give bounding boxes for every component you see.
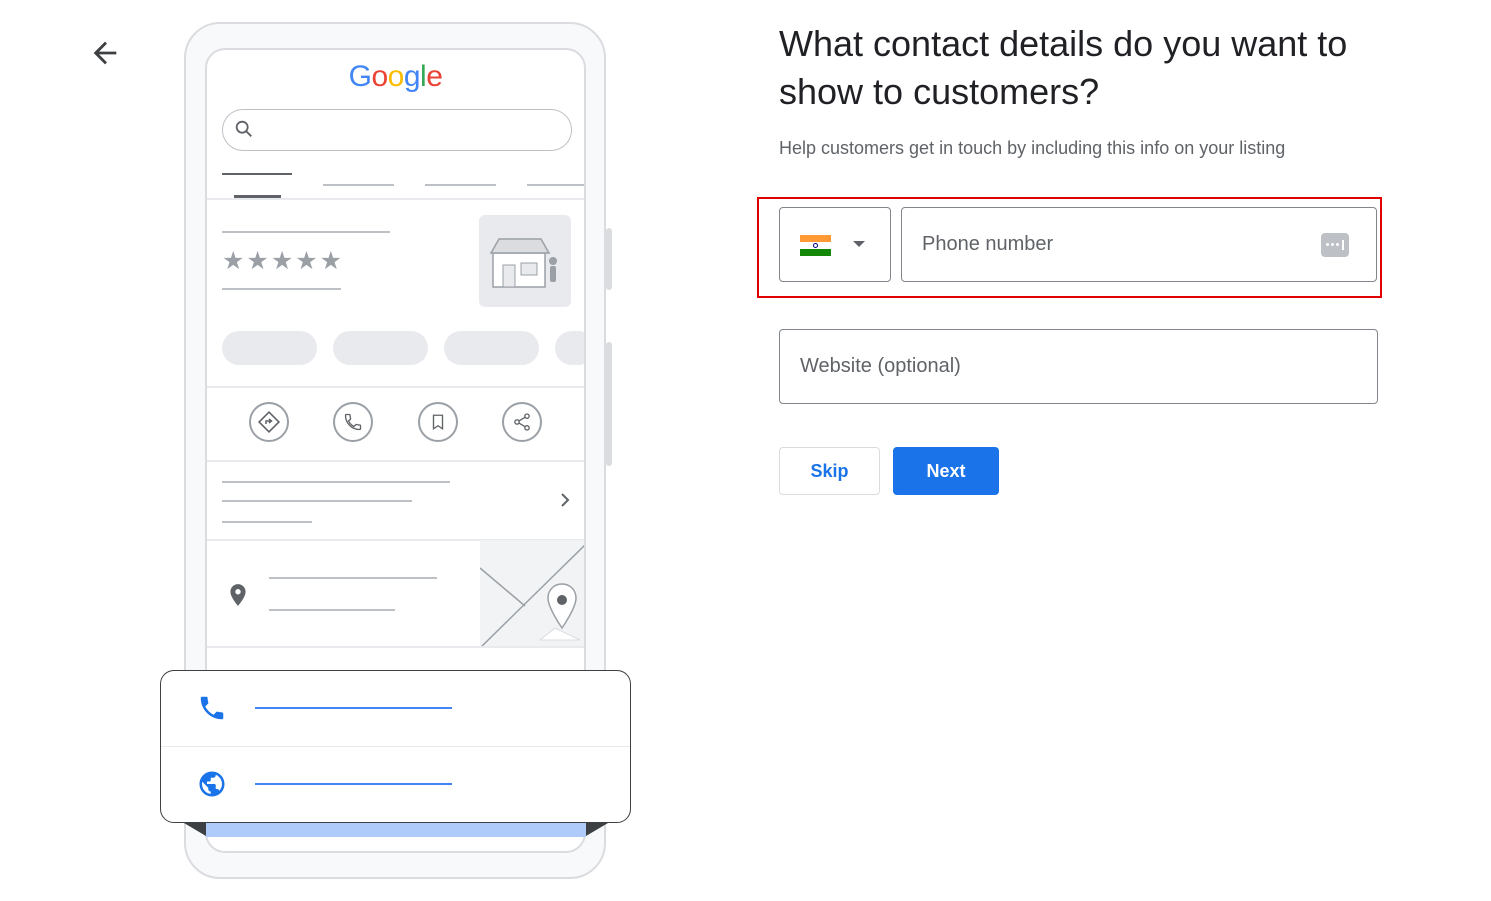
next-button[interactable]: Next [893, 447, 999, 495]
illustration-chip [444, 331, 539, 365]
back-arrow-icon[interactable] [88, 36, 122, 70]
phone-number-placeholder: Phone number [922, 233, 1054, 255]
card-shadow [184, 823, 206, 836]
phone-number-field[interactable]: Phone number [901, 207, 1377, 282]
illustration-blue-strip [206, 823, 586, 837]
illustration-address-line [269, 577, 437, 579]
illustration-chip [333, 331, 428, 365]
website-field[interactable]: Website (optional) [779, 329, 1378, 404]
dropdown-arrow-icon [853, 241, 865, 247]
illustration-title-line [222, 231, 390, 233]
illustration-tab-line [527, 184, 584, 186]
website-placeholder: Website (optional) [800, 355, 961, 377]
bookmark-icon [418, 402, 458, 442]
illustration-tab-line [323, 184, 394, 186]
password-manager-icon[interactable] [1321, 233, 1349, 257]
google-logo: Google [348, 60, 443, 93]
search-icon [235, 120, 252, 137]
map-thumbnail [479, 540, 584, 649]
illustration-chip [222, 331, 317, 365]
illustration-divider [207, 646, 584, 648]
india-flag-icon [800, 235, 831, 256]
phone-outline-icon [333, 402, 373, 442]
illustration-divider [207, 460, 584, 462]
directions-icon [249, 402, 289, 442]
share-icon [502, 402, 542, 442]
card-shadow [586, 823, 608, 836]
illustration-hours-line [222, 481, 450, 483]
page-subtitle: Help customers get in touch by including… [779, 138, 1286, 158]
illustration-tab-line [222, 173, 292, 175]
illustration-hours-line [222, 500, 412, 502]
illustration-rating-stars: ★★★★★ [222, 247, 345, 275]
illustration-chip [555, 331, 584, 365]
illustration-address-line [269, 609, 395, 611]
skip-button[interactable]: Skip [779, 447, 880, 495]
illustration-hours-line [222, 521, 312, 523]
illustration-divider [207, 386, 584, 388]
contact-preview-card [160, 670, 631, 823]
website-preview-line [255, 783, 452, 785]
illustration-search-bar [222, 109, 572, 151]
illustration-tab-line [425, 184, 496, 186]
page-title: What contact details do you want to show… [779, 23, 1348, 112]
chevron-right-icon [561, 493, 570, 507]
illustration-subtitle-line [222, 288, 341, 290]
globe-icon [199, 771, 225, 797]
location-pin-icon [230, 584, 246, 606]
phone-preview-line [255, 707, 452, 709]
phone-side-button [606, 228, 612, 290]
country-code-select[interactable] [779, 207, 891, 282]
phone-side-button [606, 342, 612, 466]
storefront-icon [479, 215, 571, 307]
phone-icon [200, 696, 224, 720]
card-divider [161, 746, 630, 747]
illustration-divider [207, 198, 584, 200]
